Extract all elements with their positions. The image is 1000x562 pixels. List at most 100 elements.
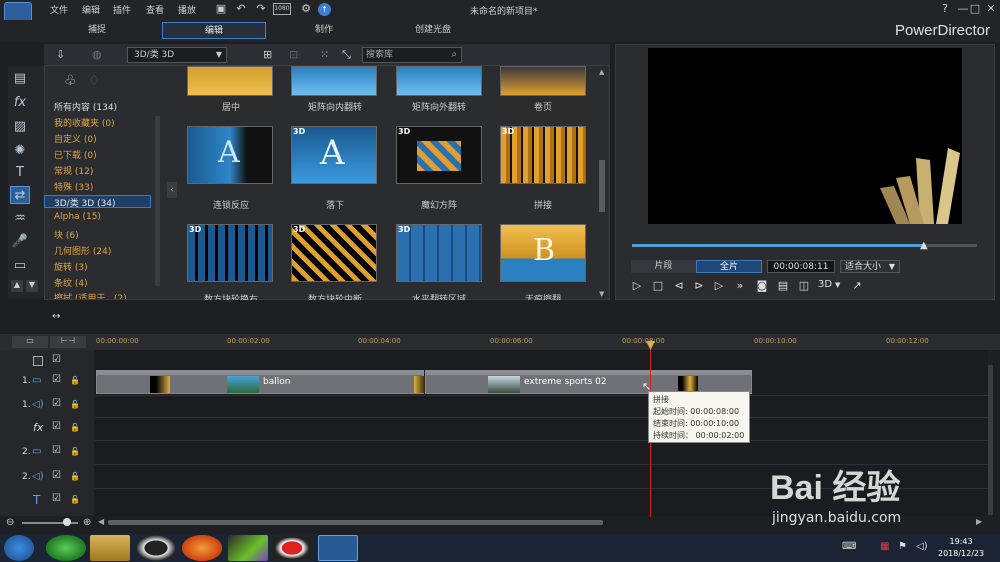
tab-clip-mode[interactable]: 片段 <box>631 260 696 273</box>
chevron-down-icon[interactable]: ▼ <box>835 281 840 289</box>
fx-room-icon[interactable]: fx <box>10 94 30 112</box>
particle-room-icon[interactable]: ✺ <box>10 142 30 160</box>
tab-movie-mode[interactable]: 全片 <box>696 260 762 273</box>
transition-thumbnail[interactable] <box>500 66 586 96</box>
timeline-vscroll[interactable] <box>988 365 993 515</box>
track-enable-checkbox[interactable]: ☑ <box>52 374 61 385</box>
audio-mixing-icon[interactable]: ♒ <box>10 210 30 228</box>
update-icon[interactable]: ↑ <box>318 3 331 16</box>
transition-thumbnail[interactable] <box>291 66 377 96</box>
undo-icon[interactable]: ↶ <box>234 2 248 16</box>
keyboard-icon[interactable]: ⌨ <box>842 541 856 552</box>
scroll-down-icon[interactable]: ▼ <box>599 290 604 298</box>
lock-icon[interactable]: 🔓 <box>70 400 80 409</box>
zoom-out-icon[interactable]: ⊖ <box>6 517 14 528</box>
add-to-timeline-icon[interactable]: ⊞ <box>263 48 272 61</box>
track-enable-checkbox[interactable]: ☑ <box>52 493 61 504</box>
category-item[interactable]: 特殊 (33) <box>54 180 93 193</box>
resize-thumbnail-icon[interactable]: ⤡ <box>342 48 351 62</box>
transition-thumbnail[interactable] <box>187 66 273 96</box>
network-icon[interactable]: ▦ <box>880 541 889 552</box>
magnet-icon[interactable]: ⊢⊣ <box>50 336 86 348</box>
transition-thumbnail[interactable]: 3D <box>396 126 482 184</box>
select-all-checkbox[interactable] <box>33 356 43 366</box>
taskbar-app-media[interactable] <box>228 535 268 561</box>
collapse-down-icon[interactable]: ▼ <box>26 280 38 292</box>
lock-icon[interactable]: 🔓 <box>70 423 80 432</box>
menu-edit[interactable]: 编辑 <box>82 3 100 16</box>
category-item[interactable]: 块 (6) <box>54 228 79 241</box>
voice-over-icon[interactable]: 🎤 <box>10 233 30 251</box>
scroll-up-icon[interactable]: ▲ <box>599 68 604 76</box>
category-item[interactable]: 几何图形 (24) <box>54 244 111 257</box>
import-icon[interactable]: ⇩ <box>56 48 65 61</box>
save-icon[interactable]: ▣ <box>214 2 228 16</box>
fast-forward-icon[interactable]: » <box>733 279 747 293</box>
category-scrollbar[interactable] <box>155 116 160 286</box>
track-enable-checkbox[interactable]: ☑ <box>52 445 61 456</box>
tab-create-disc[interactable]: 创建光盘 <box>381 22 485 39</box>
search-icon[interactable]: ⌕ <box>451 48 457 62</box>
fit-timeline-icon[interactable]: ↔ <box>52 311 60 322</box>
category-item[interactable]: 条纹 (4) <box>54 276 88 289</box>
gear-icon[interactable]: ⚙ <box>299 2 313 16</box>
collapse-up-icon[interactable]: ▲ <box>11 280 23 292</box>
transition-thumbnail[interactable]: 3D <box>396 224 482 282</box>
category-dropdown[interactable]: 3D/类 3D ▼ <box>127 47 227 63</box>
scroll-right-icon[interactable]: ▶ <box>976 517 982 526</box>
media-room-icon[interactable]: ▤ <box>10 70 30 88</box>
transition-thumbnail[interactable]: A <box>187 126 273 184</box>
timeline-hscroll[interactable] <box>108 520 603 525</box>
transition-thumbnail[interactable] <box>396 66 482 96</box>
track-enable-checkbox[interactable]: ☑ <box>52 470 61 481</box>
grid-view-icon[interactable]: ⁙ <box>320 48 329 61</box>
taskbar-app-firefox[interactable] <box>182 535 222 561</box>
close-button[interactable]: ✕ <box>982 2 1000 18</box>
redo-icon[interactable]: ↷ <box>254 2 268 16</box>
track-enable-checkbox[interactable]: ☑ <box>52 421 61 432</box>
start-button[interactable] <box>4 535 34 561</box>
menu-view[interactable]: 查看 <box>146 3 164 16</box>
track-manager-icon[interactable]: ▭ <box>12 336 48 348</box>
pip-room-icon[interactable]: ▨ <box>10 118 30 136</box>
collapse-panel-icon[interactable]: ‹ <box>167 182 177 198</box>
taskbar-app-recorder[interactable] <box>272 535 312 561</box>
subtitle-icon[interactable]: ▤ <box>776 279 790 293</box>
tab-produce[interactable]: 制作 <box>272 22 376 39</box>
help-button[interactable]: ? <box>936 2 954 18</box>
subtitle-room-icon[interactable]: ▭ <box>10 257 30 275</box>
step-forward-icon[interactable]: ▷ <box>712 279 726 293</box>
taskbar-app-explorer[interactable] <box>90 535 130 561</box>
stop-icon[interactable]: □ <box>651 279 665 293</box>
lock-icon[interactable]: 🔓 <box>70 495 80 504</box>
transition-thumbnail[interactable]: 3D <box>291 224 377 282</box>
lock-icon[interactable]: 🔓 <box>70 472 80 481</box>
tab-capture[interactable]: 捕捉 <box>45 22 149 39</box>
lock-icon[interactable]: 🔓 <box>70 447 80 456</box>
mode-3d-toggle[interactable]: 3D <box>818 279 832 290</box>
category-item[interactable]: 常规 (12) <box>54 164 93 177</box>
checkbox-icon[interactable]: ☑ <box>52 354 61 365</box>
transition-thumbnail[interactable]: A 3D <box>291 126 377 184</box>
seek-handle-icon[interactable]: ▲ <box>920 240 928 251</box>
volume-icon[interactable]: ◫ <box>797 279 811 293</box>
category-item[interactable]: 已下载 (0) <box>54 148 97 161</box>
menu-file[interactable]: 文件 <box>50 3 68 16</box>
category-item-selected[interactable]: 3D/类 3D (34) <box>44 195 151 209</box>
taskbar-app-powerdirector[interactable] <box>318 535 358 561</box>
transition-thumbnail[interactable]: B <box>500 224 586 282</box>
category-item[interactable]: Alpha (15) <box>54 212 101 222</box>
category-item[interactable]: 擦拭 (适用于...(2) <box>54 291 127 299</box>
taskbar-app-qq[interactable] <box>136 535 176 561</box>
previous-frame-icon[interactable]: ⊲ <box>672 279 686 293</box>
title-room-icon[interactable]: T <box>10 164 30 182</box>
timecode-display[interactable]: 00:00:08:11 <box>767 260 835 273</box>
flag-icon[interactable]: ⚑ <box>898 541 907 552</box>
category-item[interactable]: 我的收藏夹 (0) <box>54 116 115 129</box>
tab-edit[interactable]: 编辑 <box>162 22 266 39</box>
menu-plugins[interactable]: 插件 <box>113 3 131 16</box>
zoom-slider-handle[interactable] <box>63 518 71 526</box>
transition-thumbnail[interactable]: 3D <box>500 126 586 184</box>
system-clock[interactable]: 19:43 2018/12/23 <box>938 536 984 560</box>
fit-size-dropdown[interactable]: 适合大小 ▼ <box>840 260 900 273</box>
